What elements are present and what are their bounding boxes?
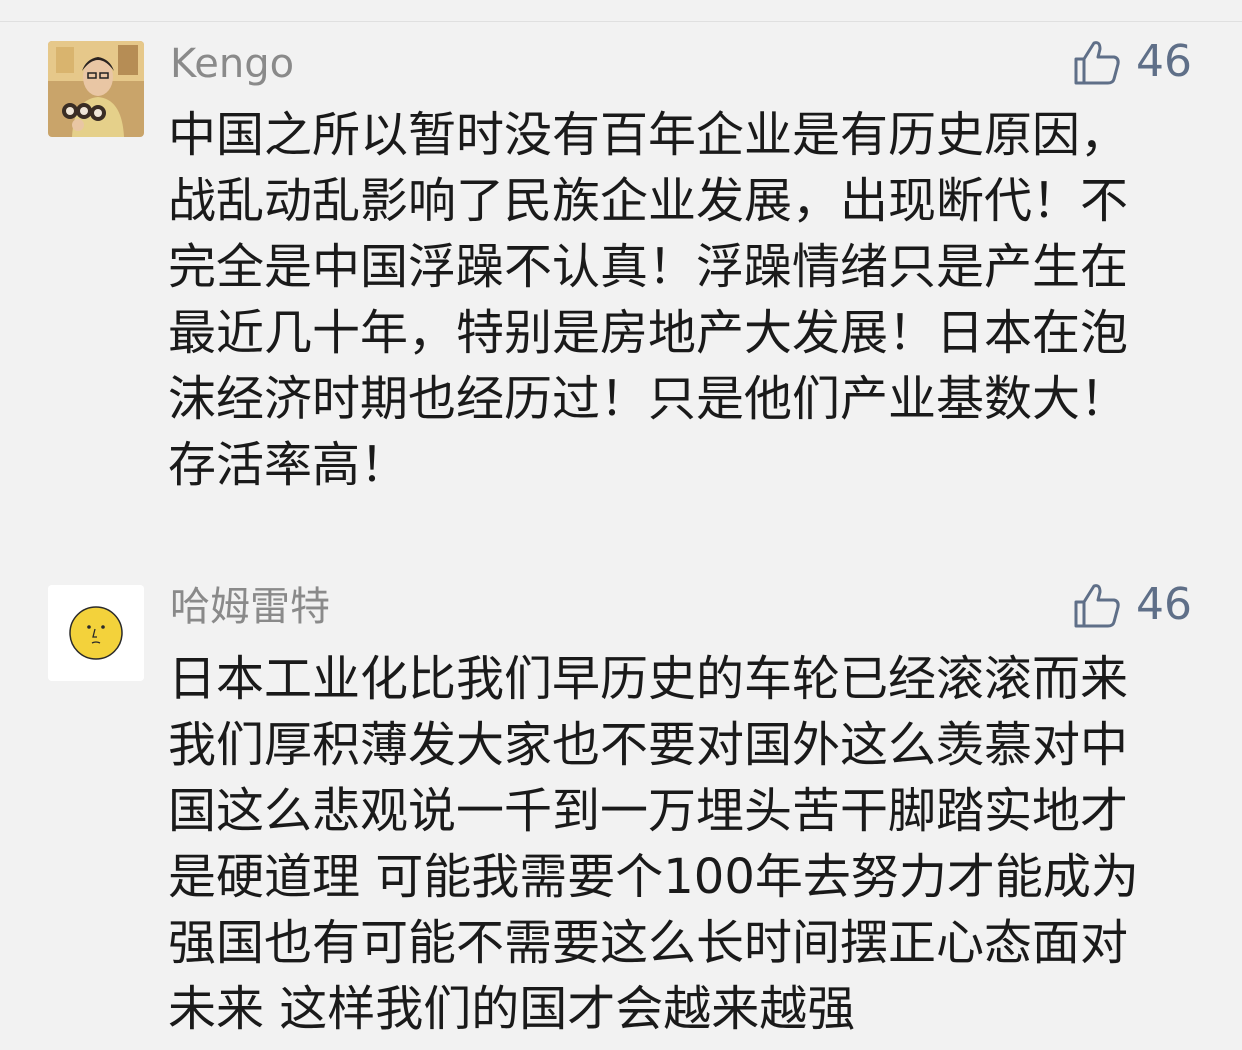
smiley-face-avatar	[48, 585, 144, 681]
user-avatar[interactable]	[48, 41, 144, 137]
comment-text-line: 强国也有可能不需要这么长时间摆正心态面对	[168, 915, 1129, 971]
comment-username[interactable]: 哈姆雷特	[170, 583, 330, 631]
like-button[interactable]: 46	[1072, 577, 1192, 633]
comment-text-line: 是硬道理 可能我需要个100年去努力才能成为	[168, 849, 1139, 905]
comment-text-line: 中国之所以暂时没有百年企业是有历史原因，	[168, 107, 1129, 163]
comment-text-line: 存活率高！	[168, 437, 409, 493]
comment-text-line: 战乱动乱影响了民族企业发展，出现断代！不	[168, 173, 1129, 229]
thumbs-up-icon	[1074, 584, 1120, 628]
comment-text-line: 日本工业化比我们早历史的车轮已经滚滚而来	[168, 651, 1129, 707]
comment-text-line: 未来 这样我们的国才会越来越强	[168, 981, 856, 1037]
top-divider	[0, 21, 1242, 22]
comment-text: 中国之所以暂时没有百年企业是有历史原因， 战乱动乱影响了民族企业发展，出现断代！…	[168, 102, 1188, 498]
comment-text-line: 最近几十年，特别是房地产大发展！日本在泡	[168, 305, 1129, 361]
user-avatar[interactable]	[48, 585, 144, 681]
like-count: 46	[1136, 36, 1192, 87]
comment-username[interactable]: Kengo	[170, 40, 294, 88]
person-photo-avatar	[48, 41, 144, 137]
comment-text-line: 完全是中国浮躁不认真！浮躁情绪只是产生在	[168, 239, 1129, 295]
like-count: 46	[1136, 579, 1192, 630]
comment-text-line: 国这么悲观说一千到一万埋头苦干脚踏实地才	[168, 783, 1129, 839]
comment-text-line: 我们厚积薄发大家也不要对国外这么羡慕对中	[168, 717, 1129, 773]
thumbs-up-icon	[1074, 41, 1120, 85]
comment-text-line: 沫经济时期也经历过！只是他们产业基数大！	[168, 371, 1129, 427]
comment-text: 日本工业化比我们早历史的车轮已经滚滚而来 我们厚积薄发大家也不要对国外这么羡慕对…	[168, 646, 1188, 1042]
like-button[interactable]: 46	[1072, 34, 1192, 90]
